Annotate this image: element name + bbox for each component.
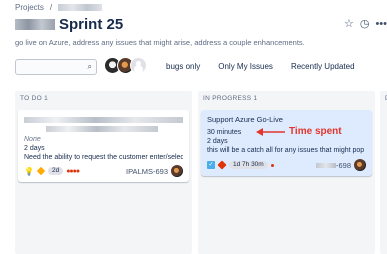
breadcrumb-separator: / (49, 3, 53, 12)
issue-key[interactable]: IPALMS-693 (126, 167, 168, 176)
breadcrumb: Projects / (15, 3, 103, 12)
issue-key-suffix: -698 (335, 160, 351, 170)
card-parent: None (24, 136, 41, 143)
clock-icon[interactable]: ◷ (360, 17, 370, 30)
checkbox-icon: ✓ (207, 161, 215, 169)
page-title-row: Sprint 25 (15, 16, 123, 33)
card-footer: ✓ 1d 7h 30m -698 (207, 159, 366, 171)
filter-bugs-only[interactable]: bugs only (166, 62, 218, 71)
filter-recently-updated[interactable]: Recently Updated (291, 62, 373, 71)
progress-dots: ●●●● (66, 167, 80, 175)
more-icon[interactable]: ••• (375, 18, 387, 30)
search-input[interactable] (16, 63, 82, 78)
issue-card-selected[interactable]: Support Azure Go-Live 30 minutes 2 days … (201, 110, 372, 176)
card-description: this will be a catch all for any issues … (207, 147, 366, 154)
page-title: Sprint 25 (59, 16, 124, 33)
breadcrumb-redacted-project[interactable] (58, 4, 103, 11)
column-title: IN PROGRESS 1 (203, 95, 258, 102)
column-in-progress: IN PROGRESS 1 Support Azure Go-Live 30 m… (198, 91, 375, 254)
assignee-filter (104, 57, 147, 74)
column-todo: TO DO 1 None 2 days Need the ability to … (15, 91, 192, 254)
issue-card[interactable]: None 2 days Need the ability to request … (18, 110, 189, 182)
assignee-avatar[interactable] (354, 159, 366, 171)
star-icon[interactable]: ☆ (344, 17, 354, 30)
quick-filters: bugs only Only My Issues Recently Update… (166, 62, 373, 71)
card-footer: 💡 2d ●●●● IPALMS-693 (24, 165, 183, 177)
assignee-avatar[interactable] (171, 165, 183, 177)
card-summary-redacted (24, 117, 183, 123)
column-title: TO DO 1 (20, 95, 48, 102)
time-spent-annotation: Time spent (256, 126, 342, 137)
search-icon: ⌕ (87, 62, 92, 71)
breadcrumb-projects-link[interactable]: Projects (15, 3, 44, 12)
sprint-goal: go live on Azure, address any issues tha… (15, 38, 305, 47)
estimate-badge: 2d (47, 167, 64, 175)
column-partial: D (380, 91, 387, 254)
card-summary-redacted (46, 126, 158, 132)
card-estimate: 2 days (207, 138, 228, 145)
title-redacted-prefix (15, 19, 55, 30)
annotation-text: Time spent (289, 126, 342, 137)
priority-icon (217, 160, 227, 170)
search-field[interactable]: ⌕ (15, 59, 97, 78)
lightbulb-icon: 💡 (24, 166, 34, 176)
arrow-left-icon (256, 127, 285, 136)
status-dot (270, 163, 274, 167)
avatar-unassigned[interactable] (130, 57, 147, 74)
card-description: Need the ability to request the customer… (24, 154, 183, 161)
card-time-spent: 2 days (24, 145, 45, 152)
issue-key[interactable]: -698 (315, 160, 351, 170)
filter-only-my-issues[interactable]: Only My Issues (218, 62, 291, 71)
card-summary: Support Azure Go-Live (207, 115, 283, 124)
priority-icon (36, 166, 46, 176)
header-actions: ☆ ◷ ••• (344, 17, 387, 31)
column-title-partial: D (380, 91, 387, 102)
issue-key-redacted (315, 163, 336, 169)
remaining-badge: 1d 7h 30m (229, 161, 268, 169)
